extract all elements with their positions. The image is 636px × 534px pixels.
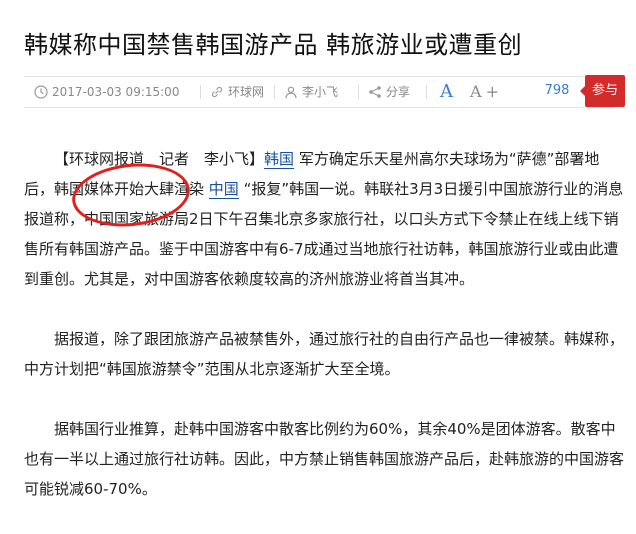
- font-decrease-icon[interactable]: A: [470, 77, 482, 107]
- publish-time-text: 2017-03-03 09:15:00: [52, 85, 180, 99]
- share-icon: [368, 85, 382, 99]
- keyword-link-korea[interactable]: 韩国: [264, 150, 295, 169]
- comment-button[interactable]: 参与: [580, 75, 625, 107]
- byline: 【环球网报道 记者 李小飞】: [54, 150, 265, 168]
- share-label[interactable]: 分享: [386, 77, 410, 107]
- article-title: 韩媒称中国禁售韩国游产品 韩旅游业或遭重创: [24, 31, 523, 60]
- font-increase-button[interactable]: A: [440, 77, 453, 107]
- publish-time: 2017-03-03 09:15:00: [34, 77, 179, 107]
- keyword-link-china[interactable]: 中国: [208, 180, 239, 199]
- share-button[interactable]: 分享: [368, 77, 410, 107]
- author: 李小飞: [284, 77, 338, 107]
- font-increase-icon[interactable]: A: [440, 77, 453, 107]
- font-decrease-button[interactable]: A +: [470, 77, 499, 107]
- meta-divider: [426, 85, 427, 99]
- paragraph: 【环球网报道 记者 李小飞】韩国 军方确定乐天星州高尔夫球场为“萨德”部署地后，…: [24, 144, 624, 294]
- source-text[interactable]: 环球网: [228, 77, 264, 107]
- meta-divider: [358, 85, 359, 99]
- link-icon: [210, 85, 224, 99]
- user-icon: [284, 85, 298, 99]
- article-meta-bar: 2017-03-03 09:15:00 环球网 李小飞 分享 A A +: [24, 76, 614, 108]
- clock-icon: [34, 85, 48, 99]
- article-body: 【环球网报道 记者 李小飞】韩国 军方确定乐天星州高尔夫球场为“萨德”部署地后，…: [24, 144, 624, 534]
- plus-icon: +: [485, 82, 499, 101]
- author-text: 李小飞: [302, 85, 339, 99]
- meta-divider: [274, 85, 275, 99]
- paragraph: 据韩国行业推算，赴韩中国游客中散客比例约为60%，其余40%是团体游客。散客中也…: [24, 420, 625, 498]
- comment-count[interactable]: 798: [530, 76, 584, 106]
- meta-divider: [200, 85, 201, 99]
- source[interactable]: 环球网: [210, 77, 264, 107]
- paragraph: 据报道，除了跟团旅游产品被禁售外，通过旅行社的自由行产品也一律被禁。韩媒称，中方…: [24, 330, 625, 378]
